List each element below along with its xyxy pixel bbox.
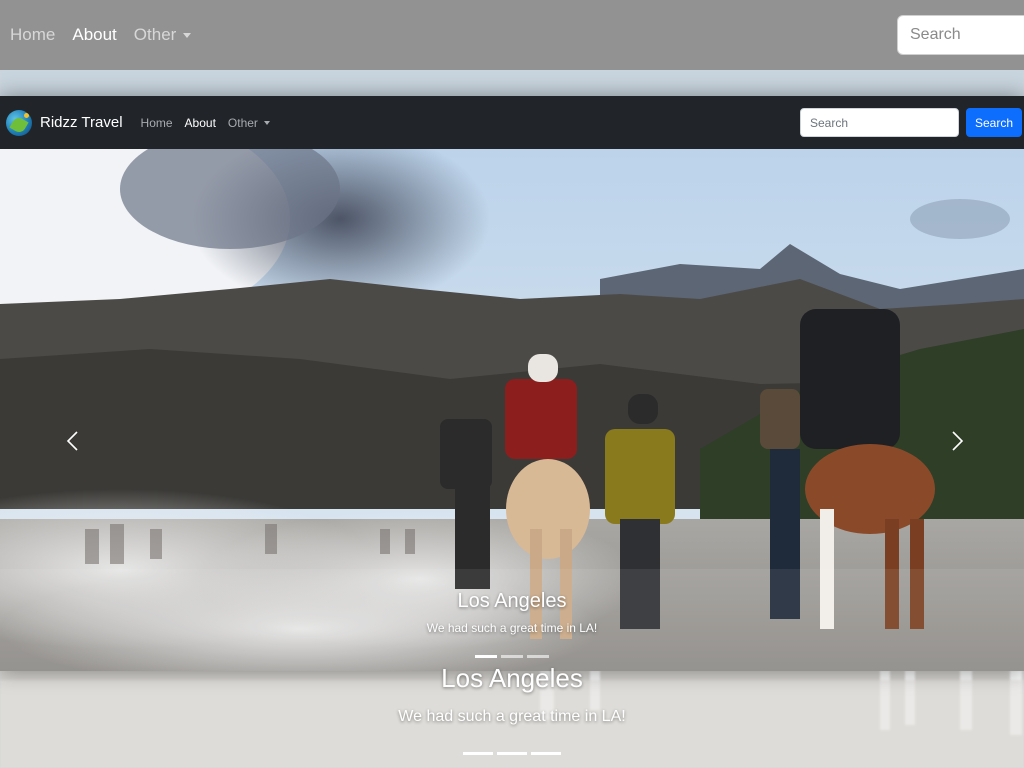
bg-indicator [497, 752, 527, 755]
bg-nav-about: About [72, 25, 117, 44]
carousel-indicators [0, 655, 1024, 658]
navbar: Ridzz Travel Home About Other [0, 96, 1024, 149]
nav-other-label: Other [227, 115, 258, 130]
caption-title: Los Angeles [457, 590, 567, 612]
bg-indicator [531, 752, 561, 755]
carousel-next-button[interactable] [946, 429, 970, 453]
brand-logo-icon[interactable] [6, 109, 32, 136]
caption-text: We had such a great time in LA! [426, 621, 598, 635]
carousel-caption: Los Angeles We had such a great time in … [0, 590, 1024, 635]
bg-caption-text: We had such a great time in LA! [398, 708, 626, 725]
carousel-slide: Los Angeles We had such a great time in … [0, 149, 1024, 671]
bg-nav-home: Home [10, 25, 56, 44]
nav-home[interactable]: Home [141, 116, 173, 130]
chevron-right-icon [952, 431, 964, 451]
caret-down-icon [263, 120, 270, 125]
search-input[interactable] [800, 108, 959, 137]
bg-search-input: Search [897, 15, 1024, 55]
bg-nav-other: Other [134, 25, 192, 45]
bg-caption-title: Los Angeles [441, 663, 583, 693]
carousel-indicator-3[interactable] [527, 655, 549, 658]
brand-name[interactable]: Ridzz Travel [40, 114, 123, 131]
carousel-indicator-2[interactable] [501, 655, 523, 658]
bg-carousel-caption: Los Angeles We had such a great time in … [0, 663, 1024, 726]
bg-nav-other-label: Other [133, 25, 177, 44]
carousel-prev-button[interactable] [60, 429, 84, 453]
nav-other-dropdown[interactable]: Other [228, 116, 270, 130]
chevron-left-icon [66, 431, 78, 451]
search-button[interactable]: Search [966, 108, 1022, 137]
nav-about[interactable]: About [185, 116, 216, 130]
background-navbar: Home About Other [0, 0, 1024, 70]
caret-down-icon [183, 32, 192, 38]
bg-carousel-indicators [0, 752, 1024, 755]
bg-indicator [463, 752, 493, 755]
carousel-indicator-1[interactable] [475, 655, 497, 658]
main-frame: Ridzz Travel Home About Other Search Los… [0, 96, 1024, 671]
